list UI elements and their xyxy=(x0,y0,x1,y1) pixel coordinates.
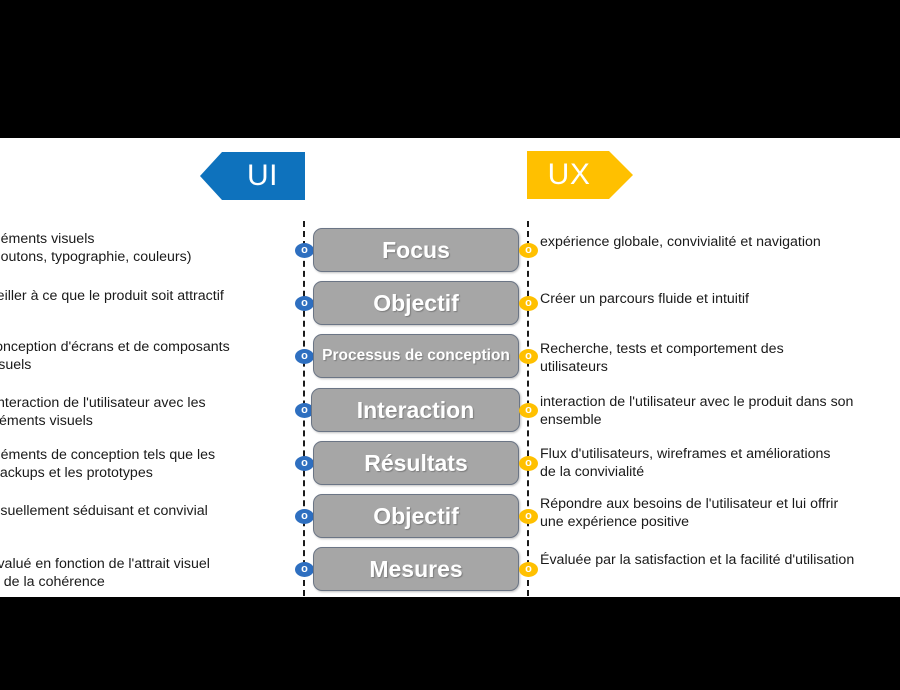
ux-description-line: Évaluée par la satisfaction et la facili… xyxy=(540,552,855,568)
ux-node-marker-icon: o xyxy=(519,243,538,258)
criterion-bar: Focus xyxy=(313,228,519,272)
ui-description-text: conception d'écrans et de composants visu… xyxy=(0,338,278,374)
ui-description-line: et de la cohérence xyxy=(0,574,105,591)
ux-description-text: interaction de l'utilisateur avec le pro… xyxy=(540,393,900,429)
ui-description-line: conception d'écrans et de composants xyxy=(0,339,230,355)
ux-node-marker-icon: o xyxy=(519,509,538,524)
slide-content-area: UI UX Éléments visuels(boutons, typograp… xyxy=(0,138,900,597)
ui-description-text: Éléments de conception tels que les macku… xyxy=(0,446,278,482)
ui-description-line: Évalué en fonction de l'attrait visuel xyxy=(0,556,210,572)
comparison-row: Évalué en fonction de l'attrait visuel et… xyxy=(0,547,900,591)
comparison-rows: Éléments visuels (boutons, typographie, c… xyxy=(0,138,900,597)
criterion-bar: Objectif xyxy=(313,281,519,325)
ux-description-line: Répondre aux besoins de l'utilisateur et… xyxy=(540,496,839,512)
ux-description-text: Flux d'utilisateurs, wireframes et améli… xyxy=(540,445,900,481)
ux-description-line: Créer un parcours fluide et intuitif xyxy=(540,291,749,307)
ux-description-line: Recherche, tests et comportement des xyxy=(540,341,784,357)
ui-description-text: l'interaction de l'utilisateur avec les é… xyxy=(0,394,278,430)
ui-description-line: Veiller à ce que le produit soit attract… xyxy=(0,288,224,304)
ux-description-line: Flux d'utilisateurs, wireframes et améli… xyxy=(540,446,831,462)
ui-description-line: (boutons, typographie, couleurs) xyxy=(0,249,192,266)
ux-node-marker-icon: o xyxy=(519,296,538,311)
ux-description-line: interaction de l'utilisateur avec le pro… xyxy=(540,394,854,410)
ux-node-marker-icon: o xyxy=(519,456,538,471)
comparison-row: Éléments de conception tels que les macku… xyxy=(0,441,900,485)
criterion-bar: Résultats xyxy=(313,441,519,485)
comparison-row: conception d'écrans et de composants visu… xyxy=(0,334,900,378)
ui-description-text: Veiller à ce que le produit soit attract… xyxy=(0,287,278,305)
ui-description-text: Évalué en fonction de l'attrait visuel et… xyxy=(0,555,278,591)
ux-description-text: Recherche, tests et comportement des util… xyxy=(540,340,900,376)
ui-node-marker-icon: o xyxy=(295,562,314,577)
comparison-row: Visuellement séduisant et convivial o Obje… xyxy=(0,494,900,538)
ui-description-line: mackups et les prototypes xyxy=(0,465,153,482)
ui-description-line: visuels xyxy=(0,357,32,374)
ux-description-line: une expérience positive xyxy=(540,514,690,531)
comparison-row: Veiller à ce que le produit soit attract… xyxy=(0,281,900,325)
ux-description-text: Créer un parcours fluide et intuitif xyxy=(540,290,900,308)
comparison-row: Éléments visuels (boutons, typographie, c… xyxy=(0,228,900,272)
ux-description-line: expérience globale, convivialité et navi… xyxy=(540,234,821,250)
ui-description-line: Visuellement séduisant et convivial xyxy=(0,503,208,519)
ux-node-marker-icon: o xyxy=(519,562,538,577)
ui-description-text: Visuellement séduisant et convivial xyxy=(0,502,278,520)
ux-description-text: expérience globale, convivialité et navi… xyxy=(540,233,900,251)
ux-description-text: Répondre aux besoins de l'utilisateur et… xyxy=(540,495,900,531)
ui-description-line: l'interaction de l'utilisateur avec les xyxy=(0,395,206,411)
ui-description-line: Éléments visuels xyxy=(0,231,95,247)
ux-description-line: ensemble xyxy=(540,412,602,429)
ui-node-marker-icon: o xyxy=(295,456,314,471)
ux-description-line: de la convivialité xyxy=(540,464,645,481)
ui-node-marker-icon: o xyxy=(295,243,314,258)
criterion-bar: Mesures xyxy=(313,547,519,591)
ux-description-text: Évaluée par la satisfaction et la facili… xyxy=(540,551,900,569)
slide-canvas: UI UX Éléments visuels(boutons, typograp… xyxy=(0,0,900,690)
criterion-bar: Objectif xyxy=(313,494,519,538)
comparison-row: l'interaction de l'utilisateur avec les é… xyxy=(0,388,900,432)
ui-description-line: éléments visuels xyxy=(0,413,93,430)
criterion-bar: Interaction xyxy=(311,388,520,432)
ux-description-line: utilisateurs xyxy=(540,359,608,376)
ui-node-marker-icon: o xyxy=(295,296,314,311)
ui-description-line: Éléments de conception tels que les xyxy=(0,447,216,463)
ui-description-text: Éléments visuels (boutons, typographie, c… xyxy=(0,230,278,266)
ui-node-marker-icon: o xyxy=(295,509,314,524)
criterion-bar: Processus de conception xyxy=(313,334,519,378)
ux-node-marker-icon: o xyxy=(519,403,538,418)
ui-node-marker-icon: o xyxy=(295,349,314,364)
ux-node-marker-icon: o xyxy=(519,349,538,364)
